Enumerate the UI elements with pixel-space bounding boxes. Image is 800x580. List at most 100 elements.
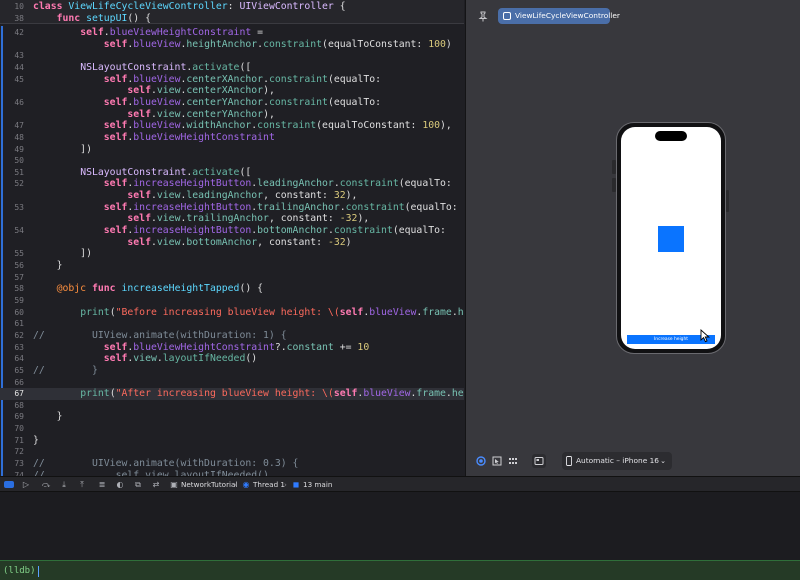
- continue-icon[interactable]: ▷: [20, 478, 32, 491]
- code-token: heightAnchor: [186, 38, 258, 50]
- code-text: self.view.centerYAnchor),: [33, 109, 274, 121]
- code-line[interactable]: self.view.centerYAnchor),: [0, 109, 464, 121]
- code-line[interactable]: 56 }: [0, 260, 464, 272]
- code-line[interactable]: 44 NSLayoutConstraint.activate([: [0, 62, 464, 74]
- code-line[interactable]: 65 // }: [0, 365, 464, 377]
- code-line[interactable]: 62 // UIView.animate(withDuration: 1) {: [0, 330, 464, 342]
- simulate-location-icon[interactable]: ⇄: [150, 478, 162, 491]
- code-line[interactable]: 10 class ViewLifeCycleViewController: UIV…: [0, 1, 464, 13]
- code-token: 100: [422, 120, 441, 132]
- environment-overrides-icon[interactable]: ⧉: [132, 478, 144, 491]
- live-mode-icon[interactable]: [474, 454, 488, 468]
- code-token: trailingAnchor: [257, 201, 340, 213]
- code-token: (equalTo:: [392, 225, 446, 237]
- code-token: =: [251, 27, 264, 38]
- line-number: 48: [14, 132, 24, 142]
- code-token: activate: [192, 61, 240, 73]
- code-line[interactable]: self.view.centerXAnchor),: [0, 85, 464, 97]
- code-line[interactable]: 58 @objc func increaseHeightTapped() {: [0, 283, 464, 295]
- code-line[interactable]: 38 func setupUI() {: [0, 13, 464, 25]
- code-line[interactable]: 51 NSLayoutConstraint.activate([: [0, 167, 464, 179]
- step-into-icon[interactable]: ⤓: [58, 478, 70, 491]
- code-line[interactable]: 54 self.increaseHeightButton.bottomAncho…: [0, 225, 464, 237]
- code-line[interactable]: 61: [0, 318, 464, 330]
- code-line[interactable]: 57: [0, 272, 464, 284]
- pin-icon[interactable]: [474, 8, 492, 24]
- code-token: // UIView.animate(withDuration: 1) {: [33, 329, 287, 341]
- code-token: print: [80, 388, 110, 400]
- stack-frame[interactable]: 13 main: [303, 478, 332, 491]
- device-frame: Increase height: [616, 122, 726, 354]
- code-token: self: [103, 341, 128, 353]
- breakpoints-toggle-icon[interactable]: [4, 481, 14, 488]
- preview-tab-label: ViewLifeCycleViewController: [515, 11, 620, 20]
- code-line[interactable]: 52 self.increaseHeightButton.leadingAnch…: [0, 178, 464, 190]
- variants-grid-icon[interactable]: [506, 454, 520, 468]
- step-out-icon[interactable]: ⤒: [76, 478, 88, 491]
- code-token: ]): [33, 248, 92, 260]
- code-line[interactable]: 59: [0, 295, 464, 307]
- scheme-name[interactable]: NetworkTutorial: [181, 478, 237, 491]
- code-line[interactable]: self.blueView.heightAnchor.constraint(eq…: [0, 39, 464, 51]
- code-text: self.blueView.centerXAnchor.constraint(e…: [33, 74, 381, 86]
- code-line[interactable]: 67 print("After increasing blueView heig…: [0, 388, 464, 400]
- code-token: layoutIfNeeded: [162, 353, 246, 365]
- code-line[interactable]: 60 print("Before increasing blueView hei…: [0, 307, 464, 319]
- code-line[interactable]: 72: [0, 446, 464, 458]
- code-text: print("Before increasing blueView height…: [33, 307, 464, 319]
- selectable-mode-icon[interactable]: [490, 454, 504, 468]
- device-settings-icon[interactable]: [532, 454, 546, 468]
- code-token: self: [339, 306, 364, 318]
- code-line[interactable]: 63 self.blueViewHeightConstraint?.consta…: [0, 342, 464, 354]
- code-line[interactable]: self.view.trailingAnchor, constant: -32)…: [0, 213, 464, 225]
- device-selector[interactable]: Automatic – iPhone 16 Pro ⌄: [562, 452, 672, 483]
- step-over-icon[interactable]: ⤼: [40, 478, 52, 491]
- code-line[interactable]: 47 self.blueView.widthAnchor.constraint(…: [0, 120, 464, 132]
- code-line[interactable]: 64 self.view.layoutIfNeeded(): [0, 353, 464, 365]
- code-token: func: [91, 283, 122, 295]
- code-line[interactable]: 69 }: [0, 411, 464, 423]
- code-token: frame: [422, 306, 452, 318]
- code-token: class: [33, 1, 69, 12]
- code-line[interactable]: 49 ]): [0, 144, 464, 156]
- code-line[interactable]: 53 self.increaseHeightButton.trailingAnc…: [0, 202, 464, 214]
- debug-console[interactable]: (lldb): [0, 560, 800, 580]
- code-line[interactable]: 55 ]): [0, 248, 464, 260]
- code-line[interactable]: 70: [0, 423, 464, 435]
- memory-graph-icon[interactable]: ◐: [114, 478, 126, 491]
- code-token: (): [245, 353, 258, 365]
- thread-name[interactable]: Thread 1: [253, 478, 285, 491]
- code-line[interactable]: 45 self.blueView.centerXAnchor.constrain…: [0, 74, 464, 86]
- code-line[interactable]: 46 self.blueView.centerYAnchor.constrain…: [0, 97, 464, 109]
- code-token: view: [156, 236, 181, 248]
- code-token: blueViewHeightConstraint: [133, 341, 275, 353]
- iphone-icon: [566, 456, 572, 466]
- code-line[interactable]: 71}: [0, 435, 464, 447]
- line-number: 43: [14, 51, 24, 61]
- code-line[interactable]: 73 // UIView.animate(withDuration: 0.3) {: [0, 458, 464, 470]
- code-token: self: [103, 96, 128, 108]
- code-token: ([: [239, 166, 252, 178]
- code-token: bottomAnchor: [186, 236, 258, 248]
- code-line[interactable]: 48 self.blueViewHeightConstraint: [0, 132, 464, 144]
- preview-tab[interactable]: ViewLifeCycleViewController: [498, 8, 620, 24]
- code-line[interactable]: 43: [0, 50, 464, 62]
- code-line[interactable]: 68: [0, 400, 464, 412]
- code-line[interactable]: 66: [0, 377, 464, 389]
- code-line[interactable]: 50: [0, 155, 464, 167]
- code-line[interactable]: 42 self.blueViewHeightConstraint =: [0, 27, 464, 39]
- code-editor[interactable]: 42 self.blueViewHeightConstraint = self.…: [0, 0, 464, 476]
- code-text: }: [33, 435, 39, 447]
- code-line[interactable]: self.view.bottomAnchor, constant: -32): [0, 237, 464, 249]
- code-token: blueView: [133, 96, 181, 108]
- code-token: self: [103, 178, 128, 190]
- code-line[interactable]: self.view.leadingAnchor, constant: 32),: [0, 190, 464, 202]
- debug-view-hierarchy-icon[interactable]: ≣: [96, 478, 108, 491]
- code-token: self: [127, 213, 151, 225]
